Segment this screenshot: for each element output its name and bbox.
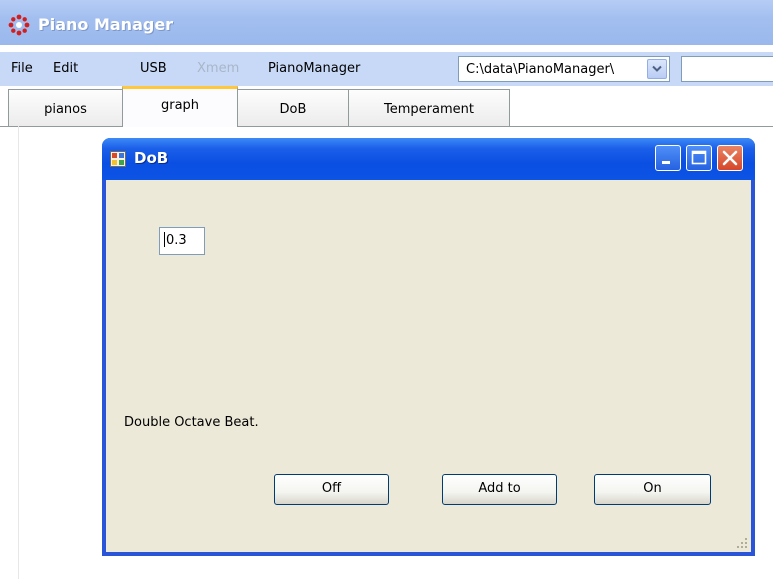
maximize-button[interactable] (686, 145, 712, 171)
description-label: Double Octave Beat. (124, 415, 259, 430)
maximize-icon (691, 150, 707, 165)
main-title-bar: Piano Manager (0, 0, 773, 45)
tab-dob[interactable]: DoB (237, 89, 349, 126)
tab-graph[interactable]: graph (122, 86, 238, 127)
dialog-title: DoB (134, 149, 169, 167)
window-icon (110, 151, 126, 167)
tab-strip: pianos graph DoB Temperament (0, 86, 773, 127)
add-to-button[interactable]: Add to (442, 474, 557, 505)
minimize-icon (662, 161, 670, 164)
tab-panel-border (18, 126, 19, 579)
close-button[interactable] (717, 145, 743, 171)
menu-usb[interactable]: USB (140, 61, 167, 76)
menu-edit[interactable]: Edit (53, 61, 78, 76)
search-input[interactable] (681, 56, 773, 82)
dob-value-text: 0.3 (166, 233, 187, 248)
text-caret (164, 232, 165, 247)
path-value: C:\data\PianoManager\ (466, 62, 615, 77)
menu-file[interactable]: File (11, 61, 33, 76)
path-dropdown[interactable]: C:\data\PianoManager\ (458, 56, 670, 82)
tab-pianos[interactable]: pianos (8, 89, 123, 126)
tab-temperament[interactable]: Temperament (348, 89, 510, 126)
dob-dialog: DoB 0.3 Double Octave Beat. Off Add to O… (102, 138, 755, 556)
menu-bar: File Edit USB Xmem PianoManager C:\data\… (0, 52, 773, 87)
dob-value-input[interactable]: 0.3 (159, 227, 205, 255)
app-logo-icon (8, 14, 30, 36)
dialog-title-bar[interactable]: DoB (102, 138, 755, 180)
menu-xmem: Xmem (197, 61, 240, 76)
resize-grip-icon[interactable] (736, 537, 748, 549)
on-button[interactable]: On (594, 474, 711, 505)
close-icon (722, 150, 738, 166)
chevron-down-icon (652, 65, 662, 72)
menu-piano-manager[interactable]: PianoManager (268, 61, 360, 76)
app-title: Piano Manager (38, 15, 174, 34)
off-button[interactable]: Off (274, 474, 389, 505)
dropdown-button[interactable] (647, 59, 667, 79)
minimize-button[interactable] (655, 145, 681, 171)
dialog-client-area: 0.3 Double Octave Beat. Off Add to On (106, 180, 751, 552)
